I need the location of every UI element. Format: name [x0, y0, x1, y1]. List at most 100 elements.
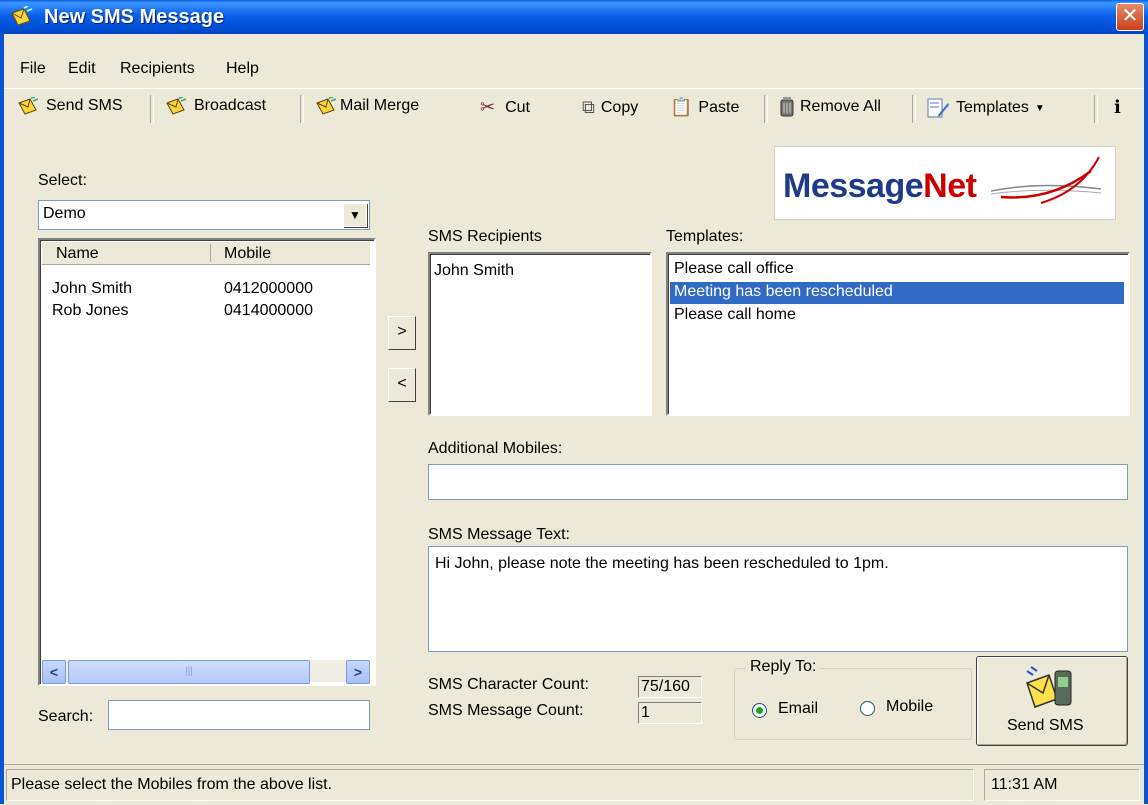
- column-header-name[interactable]: Name: [56, 245, 99, 263]
- info-icon: ℹ: [1114, 97, 1121, 118]
- sms-envelope-icon: [11, 6, 33, 26]
- window-title: New SMS Message: [44, 6, 225, 28]
- remove-all-button[interactable]: Remove All: [780, 97, 881, 117]
- additional-mobiles-input[interactable]: [428, 464, 1128, 500]
- list-header: Name Mobile: [42, 242, 370, 265]
- logo-swoosh-icon: [990, 156, 1102, 204]
- menu-file[interactable]: File: [20, 60, 46, 78]
- scroll-left-button[interactable]: <: [42, 660, 66, 684]
- status-time-pane: 11:31 AM: [984, 769, 1140, 801]
- paste-label: Paste: [698, 98, 740, 116]
- toolbar: Send SMS Broadcast Mail Merge ✂ Cut ⧉ Co…: [4, 88, 1144, 129]
- status-time: 11:31 AM: [991, 776, 1058, 793]
- message-textarea[interactable]: Hi John, please note the meeting has bee…: [428, 546, 1128, 652]
- scroll-right-button[interactable]: >: [346, 660, 370, 684]
- messagenet-logo: MessageNet: [774, 146, 1116, 220]
- chevron-down-icon: ▼: [1034, 102, 1045, 114]
- templates-list[interactable]: Please call office Meeting has been resc…: [666, 252, 1130, 416]
- template-text: Please call office: [674, 260, 794, 277]
- search-input[interactable]: [108, 700, 370, 730]
- horizontal-scrollbar[interactable]: < ||| >: [42, 660, 370, 684]
- toolbar-separator: [764, 95, 768, 123]
- menu-recipients[interactable]: Recipients: [120, 60, 195, 78]
- window-frame-right: [1144, 34, 1148, 804]
- radio-unselected-icon: [860, 701, 875, 716]
- copy-button[interactable]: ⧉ Copy: [582, 97, 638, 118]
- toolbar-separator: [912, 95, 916, 123]
- list-item[interactable]: Please call office: [670, 260, 1124, 280]
- chevron-left-icon: <: [49, 664, 59, 680]
- send-sms-phone-icon: [1026, 666, 1072, 708]
- close-button[interactable]: ✕: [1116, 3, 1144, 31]
- reply-mobile-radio[interactable]: Mobile: [860, 698, 960, 718]
- templates-list-label: Templates:: [666, 228, 744, 245]
- additional-mobiles-label: Additional Mobiles:: [428, 440, 563, 457]
- templates-dropdown-button[interactable]: Templates ▼: [926, 97, 1045, 119]
- toolbar-separator: [300, 95, 304, 123]
- contact-mobile: 0414000000: [224, 302, 313, 319]
- template-text: Please call home: [674, 306, 796, 323]
- menu-edit[interactable]: Edit: [68, 60, 96, 78]
- column-divider[interactable]: [210, 244, 211, 262]
- broadcast-button[interactable]: Broadcast: [166, 97, 266, 115]
- mail-merge-icon: [316, 97, 337, 115]
- clipboard-icon: 📋: [670, 97, 693, 117]
- char-count-value: 75/160: [641, 678, 690, 695]
- char-count-label: SMS Character Count:: [428, 676, 589, 693]
- templates-label: Templates: [956, 99, 1029, 116]
- send-sms-button[interactable]: Send SMS: [976, 656, 1128, 746]
- reply-email-radio[interactable]: Email: [752, 700, 842, 720]
- remove-recipient-button[interactable]: <: [388, 368, 416, 402]
- add-recipient-button[interactable]: >: [388, 316, 416, 350]
- group-select-dropdown[interactable]: Demo ▼: [38, 200, 370, 230]
- chevron-right-icon: >: [397, 323, 407, 340]
- toolbar-separator: [1094, 95, 1098, 123]
- templates-icon: [927, 98, 949, 118]
- list-item[interactable]: John Smith: [434, 262, 514, 280]
- message-text-label: SMS Message Text:: [428, 526, 570, 543]
- contact-row[interactable]: Rob Jones 0414000000: [52, 302, 352, 322]
- broadcast-icon: [166, 97, 187, 115]
- scissors-icon: ✂: [480, 97, 496, 117]
- send-sms-label: Send SMS: [46, 97, 123, 114]
- message-count-value: 1: [641, 704, 650, 721]
- copy-icon: ⧉: [582, 97, 595, 117]
- contact-mobile: 0412000000: [224, 280, 313, 297]
- cut-button[interactable]: ✂ Cut: [480, 97, 530, 118]
- mail-merge-label: Mail Merge: [340, 97, 420, 114]
- cut-label: Cut: [505, 98, 530, 116]
- reply-mobile-label: Mobile: [886, 698, 934, 715]
- contacts-list-view[interactable]: Name Mobile John Smith 0412000000 Rob Jo…: [38, 238, 376, 686]
- grip-icon: |||: [185, 666, 193, 677]
- chevron-right-icon: >: [353, 664, 363, 680]
- char-count-field: 75/160: [638, 676, 702, 698]
- send-sms-button-label: Send SMS: [1007, 717, 1084, 734]
- column-header-mobile[interactable]: Mobile: [224, 245, 271, 263]
- contact-row[interactable]: John Smith 0412000000: [52, 280, 352, 300]
- title-bar: New SMS Message ✕: [0, 0, 1148, 34]
- menu-help[interactable]: Help: [226, 60, 259, 78]
- dropdown-arrow-button[interactable]: ▼: [343, 203, 367, 227]
- chevron-down-icon: ▼: [349, 208, 361, 222]
- status-message: Please select the Mobiles from the above…: [11, 776, 333, 793]
- template-text: Meeting has been rescheduled: [674, 283, 893, 300]
- info-button[interactable]: ℹ: [1114, 97, 1121, 118]
- logo-text-net: Net: [923, 167, 977, 205]
- list-item[interactable]: Please call home: [670, 306, 1124, 326]
- list-item-selected[interactable]: Meeting has been rescheduled: [670, 282, 1124, 304]
- remove-all-label: Remove All: [800, 98, 881, 115]
- group-select-value: Demo: [43, 205, 86, 222]
- window-frame-left: [0, 34, 4, 804]
- broadcast-label: Broadcast: [194, 97, 267, 114]
- sms-envelope-icon: [18, 97, 39, 115]
- sms-recipients-list[interactable]: John Smith: [428, 252, 652, 416]
- search-label: Search:: [38, 708, 94, 725]
- contact-name: John Smith: [52, 280, 133, 297]
- scrollbar-thumb[interactable]: |||: [68, 660, 310, 684]
- send-sms-toolbar-button[interactable]: Send SMS: [18, 97, 122, 115]
- status-bar: Please select the Mobiles from the above…: [4, 764, 1144, 805]
- close-icon: ✕: [1121, 5, 1139, 27]
- paste-button[interactable]: 📋 Paste: [670, 97, 739, 118]
- mail-merge-button[interactable]: Mail Merge: [316, 97, 419, 115]
- copy-label: Copy: [600, 98, 639, 116]
